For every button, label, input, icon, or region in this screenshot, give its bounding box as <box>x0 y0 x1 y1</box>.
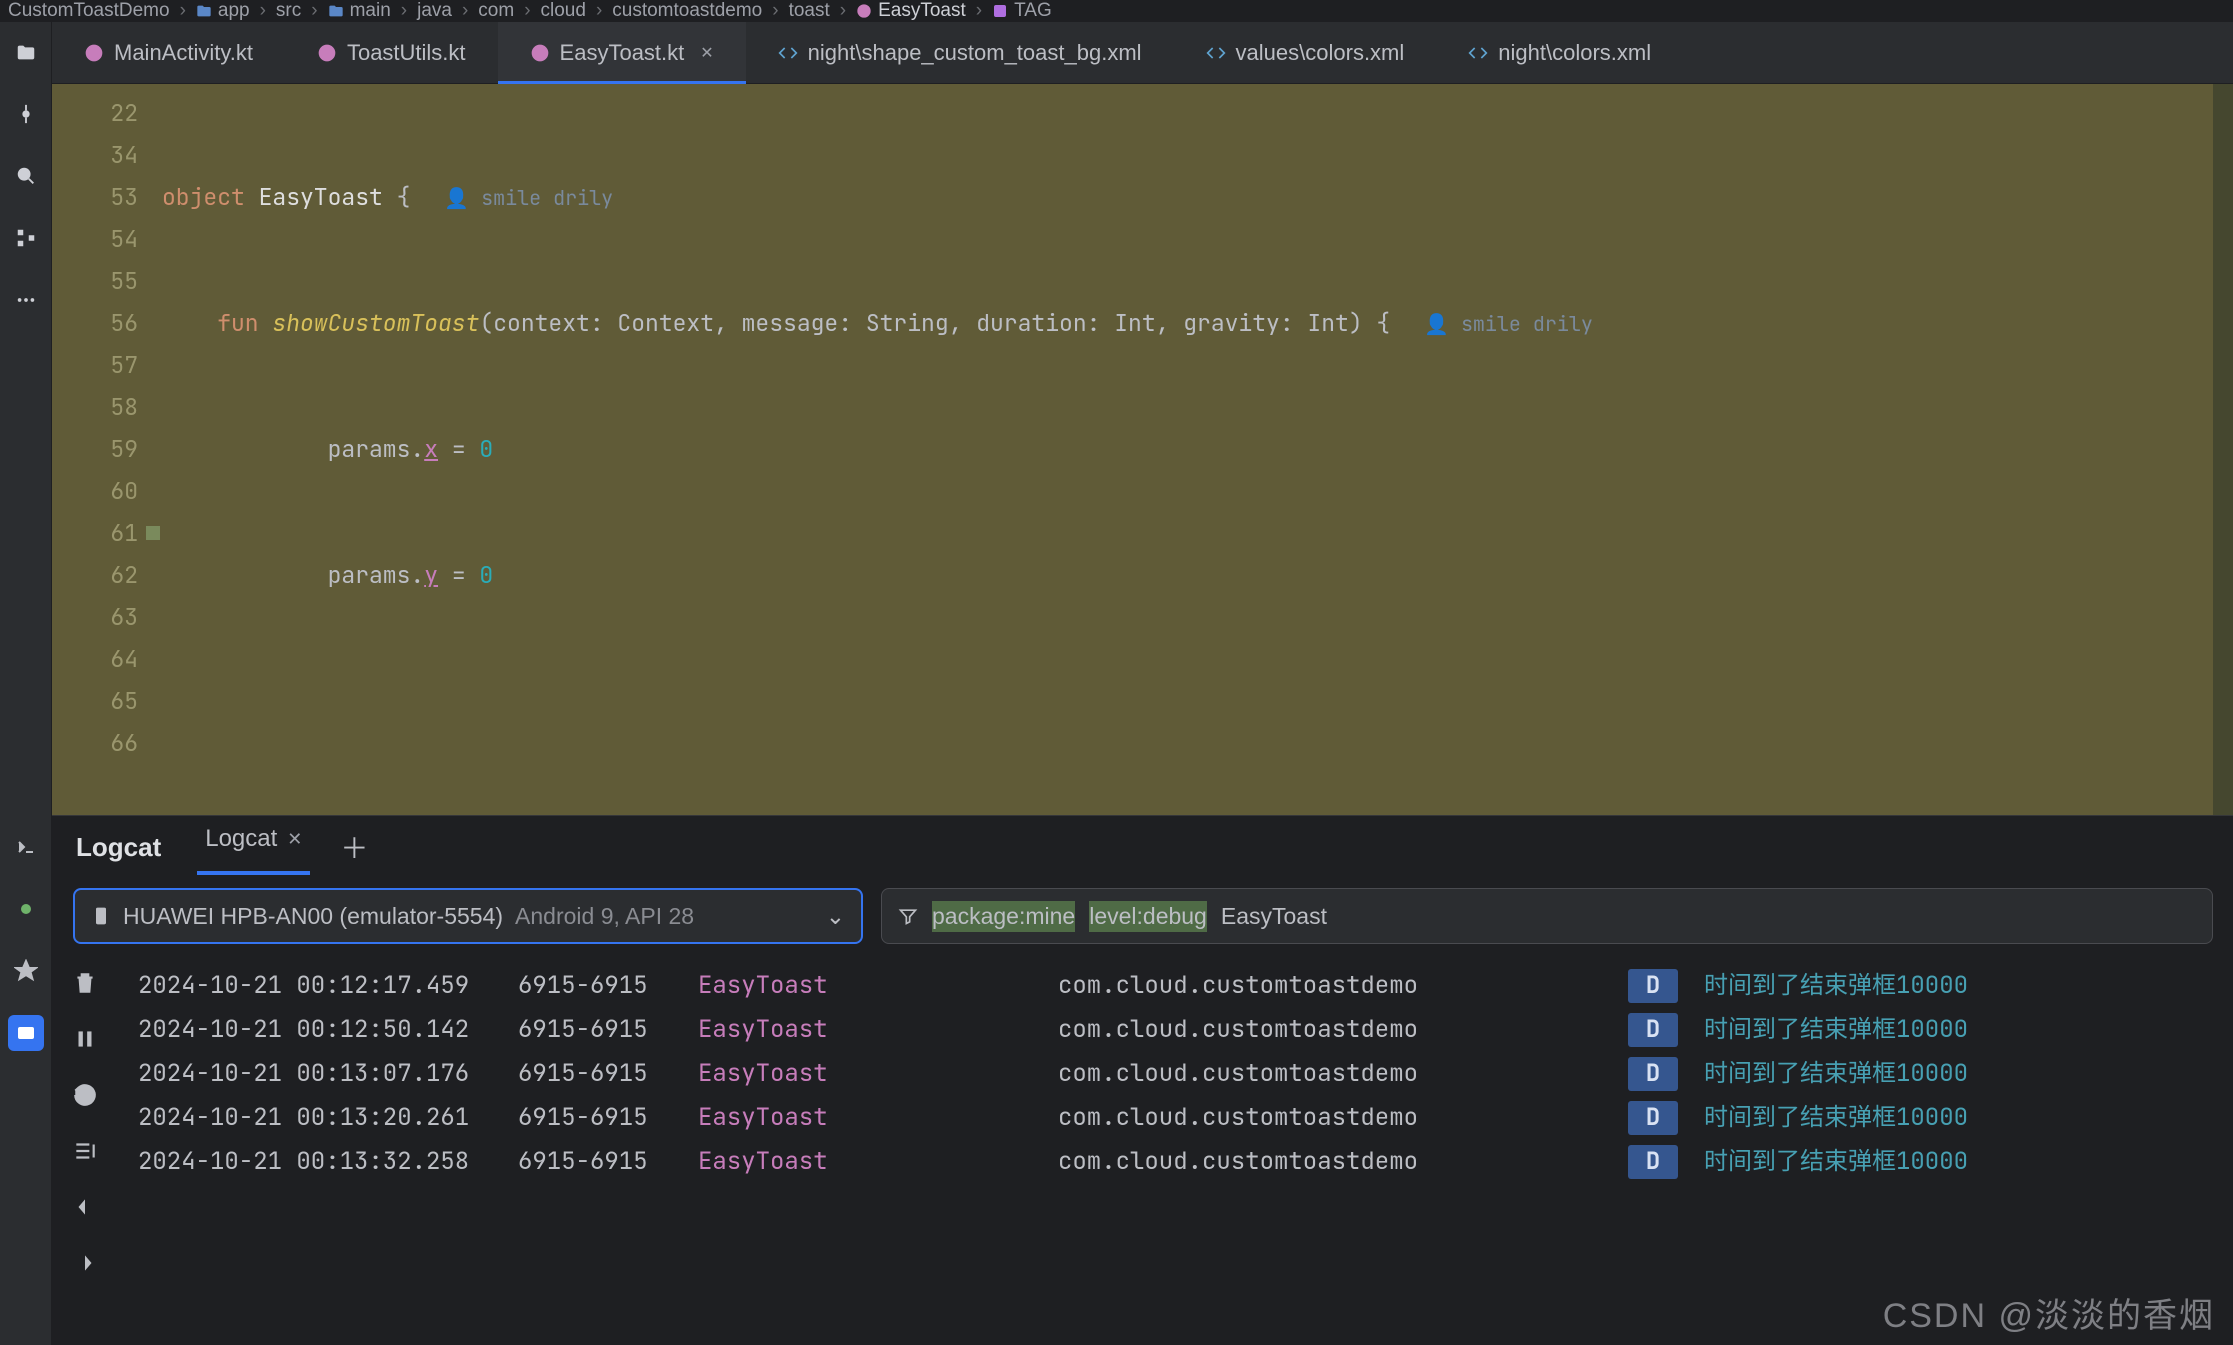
log-message: 时间到了结束弹框10000 <box>1688 964 2233 1008</box>
log-message: 时间到了结束弹框10000 <box>1688 1008 2233 1052</box>
crumb-folder[interactable]: src <box>276 0 301 22</box>
more-tool-icon[interactable] <box>10 284 42 316</box>
logcat-filter-input[interactable]: package:mine level:debug EasyToast <box>881 888 2213 944</box>
log-timestamp: 2024-10-21 00:13:32.258 <box>138 1140 508 1184</box>
scroll-end-icon[interactable] <box>68 1134 102 1168</box>
log-timestamp: 2024-10-21 00:13:20.261 <box>138 1096 508 1140</box>
tab-mainactivity[interactable]: MainActivity.kt <box>52 22 285 83</box>
log-package: com.cloud.customtoastdemo <box>1058 964 1618 1008</box>
tab-night-colors[interactable]: night\colors.xml <box>1436 22 1683 83</box>
chevron-down-icon: ⌄ <box>826 903 845 930</box>
log-message: 时间到了结束弹框10000 <box>1688 1096 2233 1140</box>
log-level: D <box>1628 1057 1678 1091</box>
profiler-tool-icon[interactable] <box>8 953 44 989</box>
run-tool-icon[interactable] <box>8 891 44 927</box>
logcat-panel: Logcat Logcat ✕ ＋ HUAWEI HPB-AN00 (emula… <box>52 815 2233 1345</box>
close-tab-icon[interactable]: ✕ <box>700 43 713 63</box>
panel-title: Logcat <box>76 832 161 863</box>
logcat-tab[interactable]: Logcat ✕ <box>197 819 310 875</box>
xml-file-icon <box>1206 43 1226 63</box>
log-level: D <box>1628 1101 1678 1135</box>
log-row[interactable]: 2024-10-21 00:13:07.1766915-6915EasyToas… <box>118 1052 2233 1096</box>
line-gutter: 22 34 53 54 55 56 57 58 59 60 61 62 63 6… <box>52 84 162 815</box>
crumb-folder[interactable]: toast <box>789 0 830 22</box>
log-pid: 6915-6915 <box>518 1052 688 1096</box>
xml-file-icon <box>1468 43 1488 63</box>
commit-tool-icon[interactable] <box>10 98 42 130</box>
log-package: com.cloud.customtoastdemo <box>1058 1052 1618 1096</box>
crumb-project[interactable]: CustomToastDemo <box>8 0 170 22</box>
log-timestamp: 2024-10-21 00:13:07.176 <box>138 1052 508 1096</box>
log-row[interactable]: 2024-10-21 00:12:50.1426915-6915EasyToas… <box>118 1008 2233 1052</box>
code-content[interactable]: object EasyToast { 👤 smile drily fun sho… <box>162 84 2233 815</box>
crumb-sep: › <box>180 0 186 22</box>
tab-shape-xml[interactable]: night\shape_custom_toast_bg.xml <box>746 22 1174 83</box>
log-tag: EasyToast <box>698 1096 1048 1140</box>
log-level: D <box>1628 1145 1678 1179</box>
log-tag: EasyToast <box>698 1140 1048 1184</box>
log-level: D <box>1628 1013 1678 1047</box>
crumb-folder[interactable]: cloud <box>541 0 586 22</box>
crumb-folder[interactable]: com <box>478 0 514 22</box>
log-action-strip <box>52 960 118 1345</box>
log-pid: 6915-6915 <box>518 1096 688 1140</box>
kotlin-file-icon <box>530 43 550 63</box>
restart-log-icon[interactable] <box>68 1078 102 1112</box>
log-message: 时间到了结束弹框10000 <box>1688 1052 2233 1096</box>
log-tag: EasyToast <box>698 964 1048 1008</box>
crumb-folder[interactable]: java <box>417 0 452 22</box>
next-icon[interactable] <box>68 1246 102 1280</box>
terminal-tool-icon[interactable] <box>8 829 44 865</box>
tab-toastutils[interactable]: ToastUtils.kt <box>285 22 498 83</box>
close-icon[interactable]: ✕ <box>287 829 302 850</box>
panel-tabs: Logcat Logcat ✕ ＋ <box>52 816 2233 878</box>
log-package: com.cloud.customtoastdemo <box>1058 1008 1618 1052</box>
log-tag: EasyToast <box>698 1052 1048 1096</box>
search-tool-icon[interactable] <box>10 160 42 192</box>
structure-tool-icon[interactable] <box>10 222 42 254</box>
breadcrumb: CustomToastDemo › app › src › main › jav… <box>0 0 2233 22</box>
prev-icon[interactable] <box>68 1190 102 1224</box>
log-level: D <box>1628 969 1678 1003</box>
log-tag: EasyToast <box>698 1008 1048 1052</box>
kotlin-file-icon <box>317 43 337 63</box>
tab-values-colors[interactable]: values\colors.xml <box>1174 22 1437 83</box>
project-tool-icon[interactable] <box>10 36 42 68</box>
logcat-toolbar: HUAWEI HPB-AN00 (emulator-5554) Android … <box>52 878 2233 960</box>
clear-log-icon[interactable] <box>68 966 102 1000</box>
crumb-field[interactable]: TAG <box>992 0 1052 22</box>
log-pid: 6915-6915 <box>518 1008 688 1052</box>
device-selector[interactable]: HUAWEI HPB-AN00 (emulator-5554) Android … <box>73 888 863 944</box>
kotlin-file-icon <box>84 43 104 63</box>
editor-tabs: MainActivity.kt ToastUtils.kt EasyToast.… <box>52 22 2233 84</box>
log-row[interactable]: 2024-10-21 00:13:32.2586915-6915EasyToas… <box>118 1140 2233 1184</box>
watermark: CSDN @淡淡的香烟 <box>1883 1288 2215 1337</box>
log-package: com.cloud.customtoastdemo <box>1058 1140 1618 1184</box>
author-label: 👤 smile drily <box>1424 311 1593 337</box>
device-icon <box>91 906 111 926</box>
log-timestamp: 2024-10-21 00:12:17.459 <box>138 964 508 1008</box>
code-editor[interactable]: 22 34 53 54 55 56 57 58 59 60 61 62 63 6… <box>52 84 2233 815</box>
log-row[interactable]: 2024-10-21 00:13:20.2616915-6915EasyToas… <box>118 1096 2233 1140</box>
log-pid: 6915-6915 <box>518 1140 688 1184</box>
log-message: 时间到了结束弹框10000 <box>1688 1140 2233 1184</box>
add-tab-icon[interactable]: ＋ <box>340 827 368 867</box>
log-timestamp: 2024-10-21 00:12:50.142 <box>138 1008 508 1052</box>
pause-log-icon[interactable] <box>68 1022 102 1056</box>
filter-icon <box>898 906 918 926</box>
tab-easytoast[interactable]: EasyToast.kt ✕ <box>498 22 746 83</box>
crumb-class[interactable]: EasyToast <box>856 0 966 22</box>
author-label: 👤 smile drily <box>444 185 613 211</box>
editor-scrollbar[interactable] <box>2213 84 2233 815</box>
crumb-folder[interactable]: app <box>196 0 250 22</box>
left-bottom-tool-strip <box>0 815 52 1345</box>
crumb-folder[interactable]: customtoastdemo <box>612 0 762 22</box>
logcat-tool-icon[interactable] <box>8 1015 44 1051</box>
crumb-folder[interactable]: main <box>328 0 391 22</box>
xml-file-icon <box>778 43 798 63</box>
log-pid: 6915-6915 <box>518 964 688 1008</box>
log-row[interactable]: 2024-10-21 00:12:17.4596915-6915EasyToas… <box>118 964 2233 1008</box>
log-package: com.cloud.customtoastdemo <box>1058 1096 1618 1140</box>
